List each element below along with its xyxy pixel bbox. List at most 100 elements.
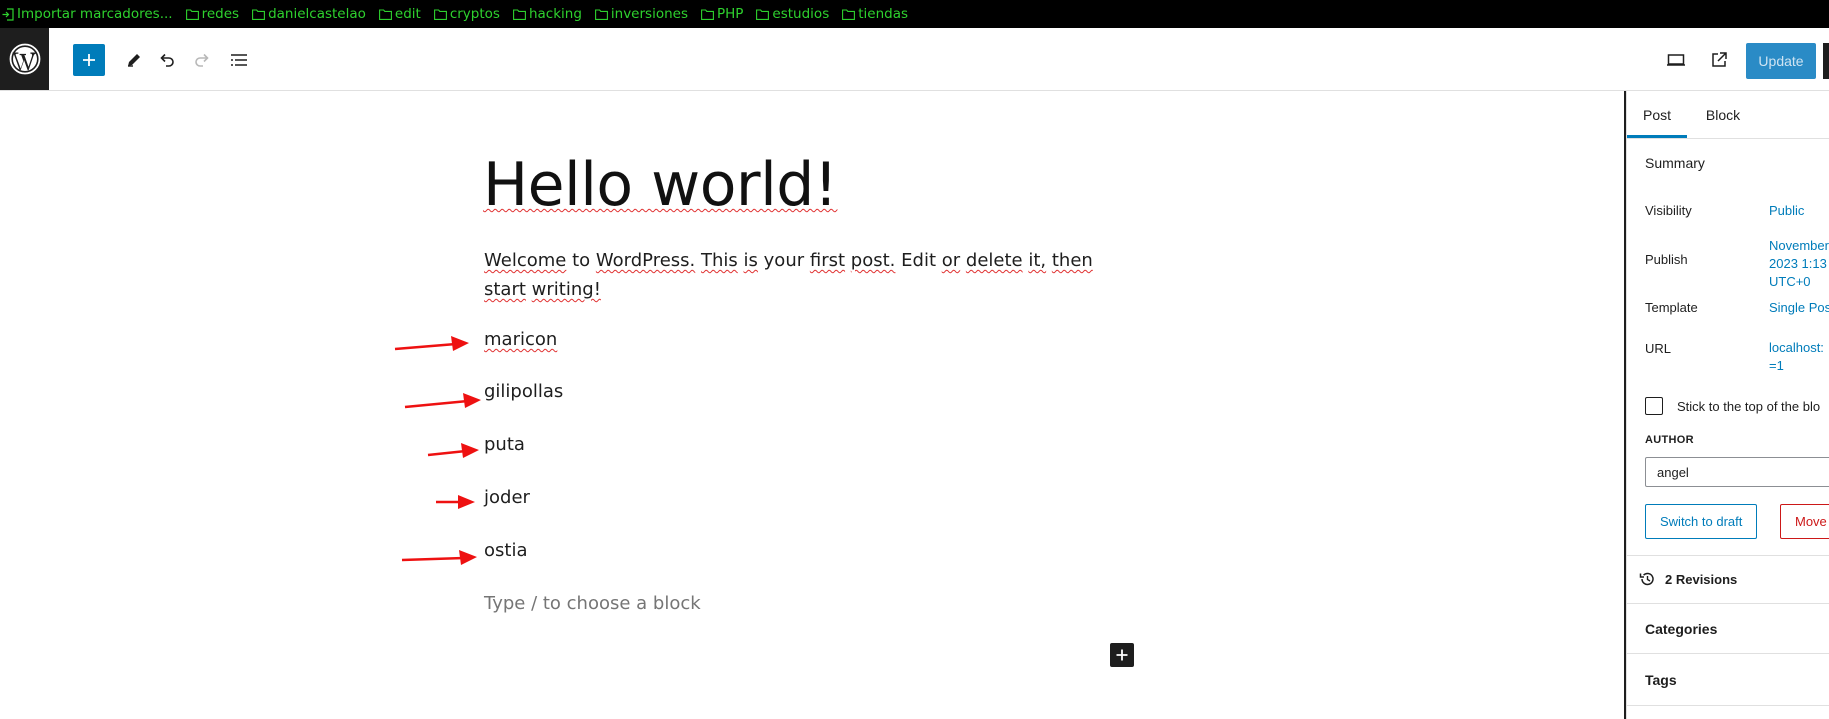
bookmark-folder-cryptos[interactable]: cryptos [433,6,500,22]
add-block-button[interactable] [73,44,105,76]
word: post. [850,250,896,271]
word: is [743,250,758,271]
folder-icon [594,8,608,20]
url-line: localhost: [1769,340,1824,355]
paragraph-block[interactable]: gilipollas [484,381,563,402]
bookmark-folder-redes[interactable]: redes [185,6,239,22]
move-to-trash-button[interactable]: Move [1780,504,1829,539]
paragraph-block[interactable]: ostia [484,540,527,561]
categories-panel-title[interactable]: Categories [1645,621,1717,637]
title-text: Hello world! [483,150,838,220]
bookmark-label: tiendas [858,6,909,22]
visibility-label: Visibility [1645,203,1692,218]
word: Welcome [484,250,567,271]
switch-to-draft-button[interactable]: Switch to draft [1645,504,1758,539]
section-divider [1627,603,1829,604]
paragraph-text: puta [484,434,525,455]
template-value[interactable]: Single Pos [1769,299,1829,317]
bookmark-import[interactable]: Importar marcadores... [2,6,173,22]
sticky-checkbox[interactable] [1645,397,1663,415]
list-view-icon [231,54,247,66]
preview-button[interactable] [1660,44,1692,76]
bookmark-label: Importar marcadores... [17,6,173,22]
red-arrow-icon [404,393,481,409]
bookmark-label: cryptos [449,6,500,22]
document-overview-button[interactable] [223,44,255,76]
word: start [484,279,526,300]
paragraph-text: ostia [484,540,528,561]
bookmark-folder-edit[interactable]: edit [378,6,421,22]
author-select[interactable]: angel [1645,457,1829,487]
paragraph-block[interactable]: puta [484,434,525,455]
url-label: URL [1645,341,1672,356]
folder-icon [701,8,714,20]
redo-button[interactable] [186,44,218,76]
url-line: =1 [1769,358,1784,373]
section-divider [1627,705,1829,706]
revisions-row[interactable]: 2 Revisions [1627,556,1829,602]
word: your [763,250,805,271]
folder-icon [512,8,526,20]
paragraph-text: gilipollas [484,381,564,402]
intro-paragraph[interactable]: Welcome to WordPress. This is your first… [484,246,1124,304]
import-icon [2,7,14,21]
paragraph-block[interactable]: joder [484,487,530,508]
bookmark-folder-hacking[interactable]: hacking [512,6,582,22]
post-title[interactable]: Hello world! [483,150,838,220]
tab-block[interactable]: Block [1687,91,1759,138]
word: WordPress. [595,250,696,271]
editor-toolbar: Update [0,28,1829,91]
folder-icon [185,8,199,20]
block-placeholder[interactable]: Type / to choose a block [484,593,701,614]
red-arrow-icon [401,550,477,565]
word: it, [1028,250,1047,271]
wordpress-logo-button[interactable] [0,28,49,90]
word: delete [965,250,1023,271]
publish-label: Publish [1645,252,1688,267]
bookmark-folder-estudios[interactable]: estudios [756,6,829,22]
paragraph-block[interactable]: maricon [484,329,557,350]
summary-title[interactable]: Summary [1645,155,1705,171]
bookmark-label: danielcastelao [268,6,366,22]
bookmark-folder-inversiones[interactable]: inversiones [594,6,688,22]
folder-icon [252,8,266,20]
undo-button[interactable] [151,44,183,76]
tags-panel-title[interactable]: Tags [1645,672,1677,688]
publish-line: 2023 1:13 [1769,256,1827,271]
sticky-label: Stick to the top of the blo [1677,399,1821,414]
tab-label: Block [1705,106,1741,123]
settings-button[interactable] [1823,43,1829,79]
bookmark-folder-php[interactable]: PHP [701,6,743,22]
bookmark-label: PHP [716,6,744,22]
folder-icon [378,8,392,20]
bookmark-folder-danielcastelao[interactable]: danielcastelao [252,6,366,22]
red-arrow-icon [427,443,479,458]
bookmark-label: hacking [528,6,582,22]
word: writing! [531,279,601,300]
word: first [809,250,846,271]
bookmark-label: estudios [772,6,830,22]
history-icon [1639,572,1654,586]
view-post-button[interactable] [1703,44,1735,76]
paragraph-text: joder [484,487,530,508]
plus-icon [1116,649,1128,661]
red-arrow-icon [394,336,469,351]
tab-post[interactable]: Post [1627,91,1687,138]
word: to [572,250,591,271]
section-divider [1627,653,1829,654]
block-inserter-button[interactable] [1110,643,1134,667]
placeholder-text: Type / to choose a block [484,593,701,614]
author-label: AUTHOR [1645,434,1694,446]
update-button[interactable]: Update [1746,43,1816,79]
publish-line: UTC+0 [1769,274,1811,289]
author-value: angel [1657,464,1689,480]
tools-button[interactable] [118,44,150,76]
publish-value[interactable]: November 2023 1:13 UTC+0 [1769,237,1829,291]
plus-icon [83,54,95,66]
bookmark-folder-tiendas[interactable]: tiendas [842,6,908,22]
bookmarks-bar: Importar marcadores... redes danielcaste… [0,0,1829,28]
sidebar-tabs: Post Block [1627,91,1829,139]
desktop-icon [1667,54,1685,66]
url-value[interactable]: localhost: =1 [1769,339,1824,375]
visibility-value[interactable]: Public [1769,202,1804,220]
